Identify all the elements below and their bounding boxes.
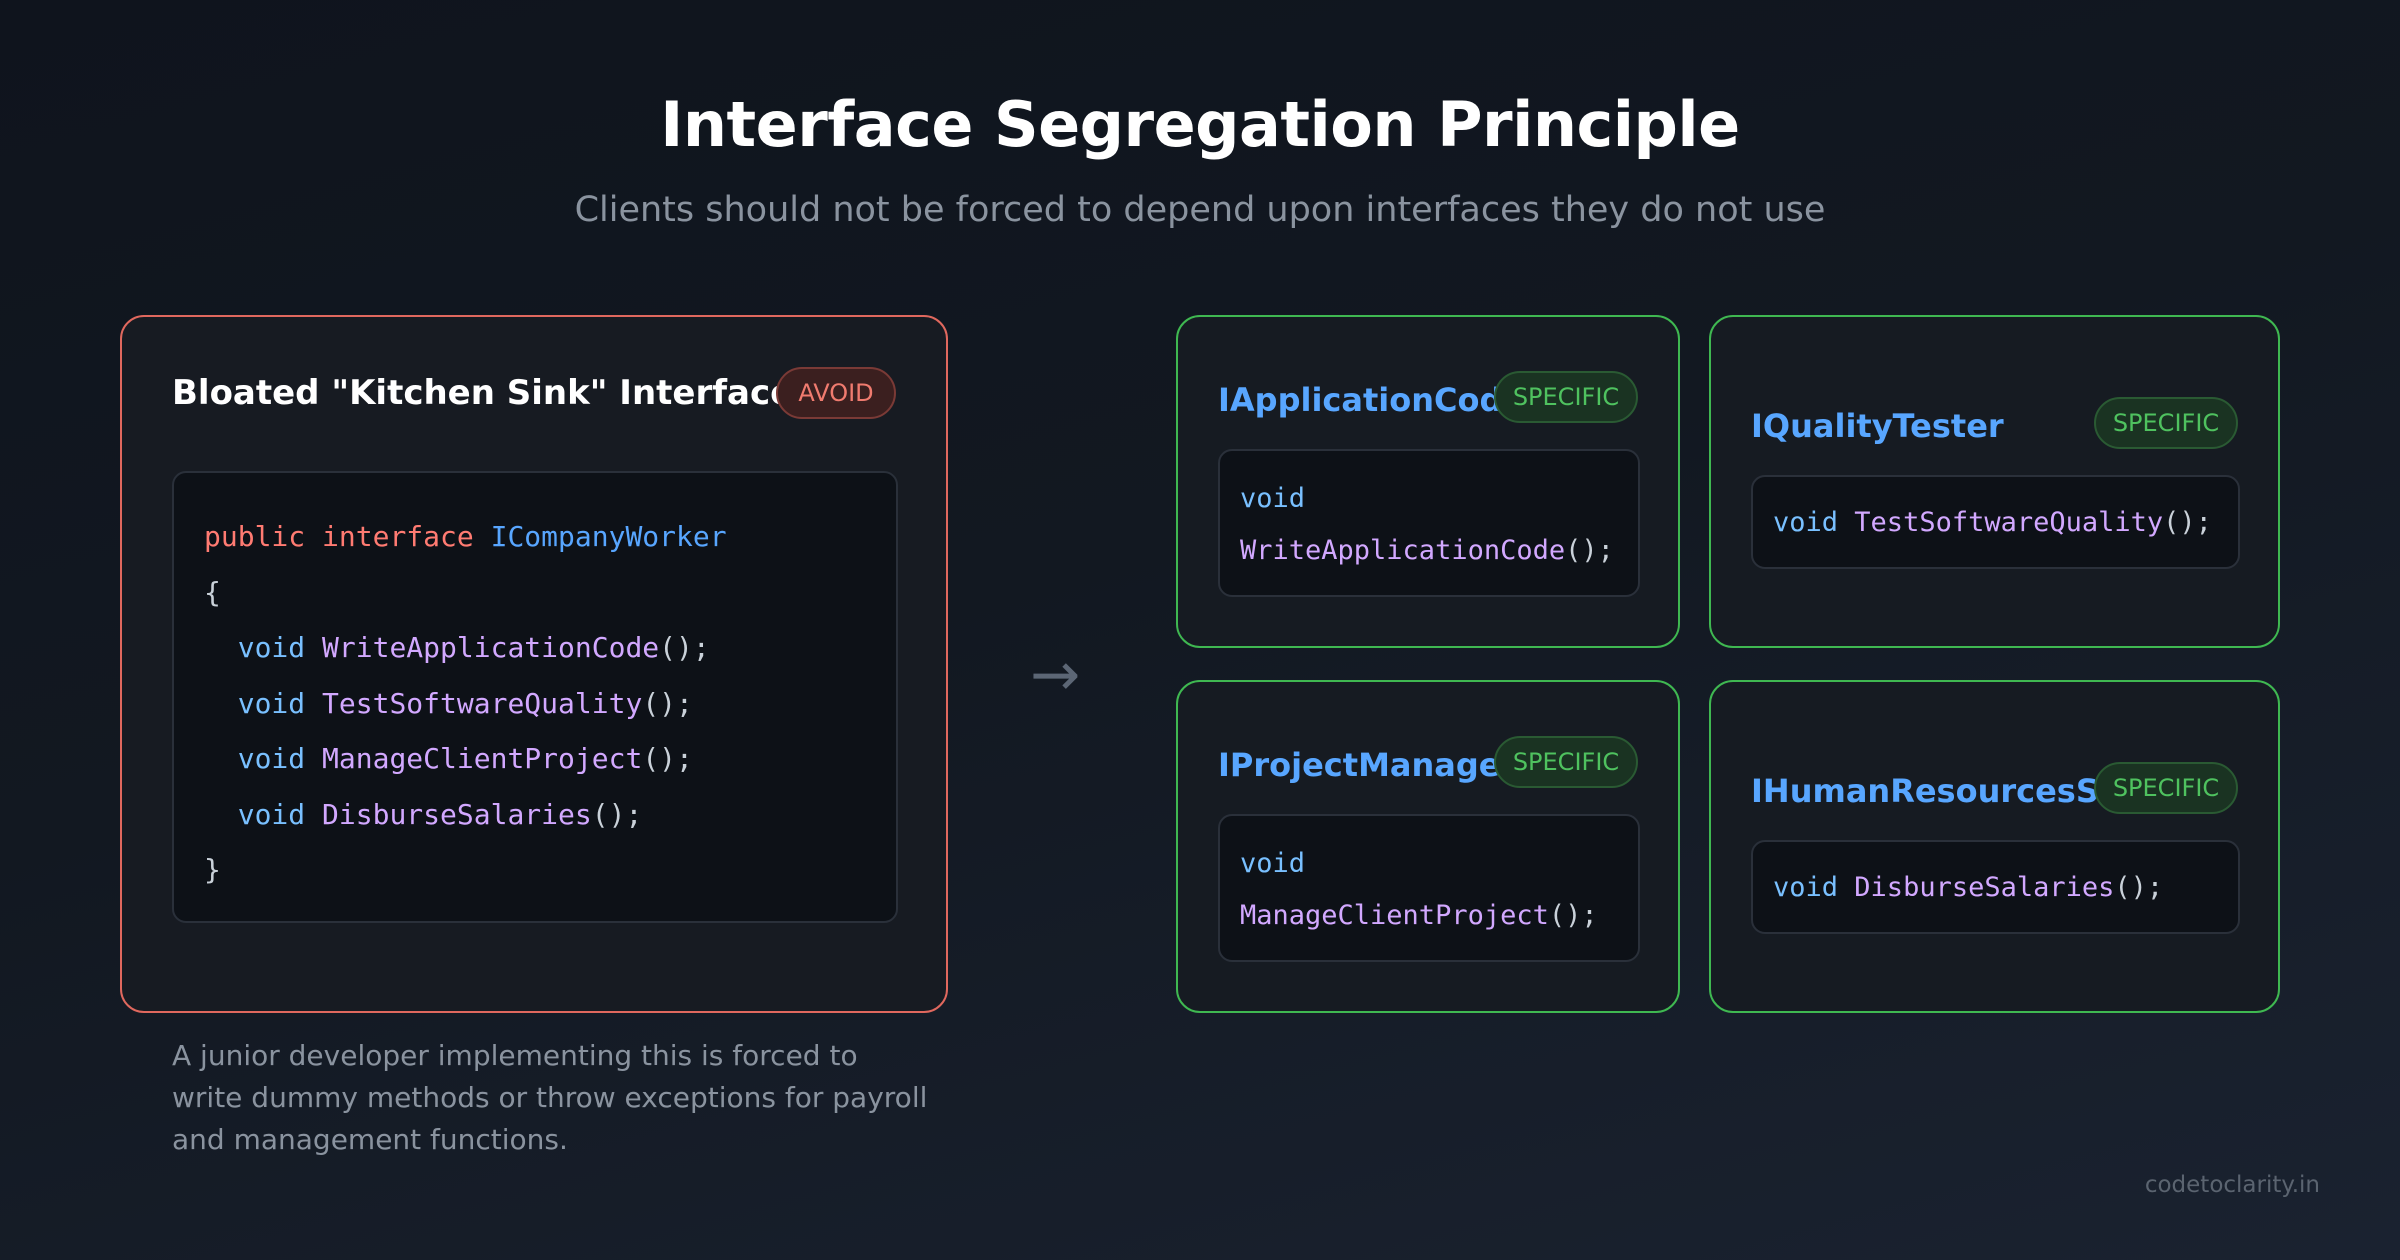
code-method-line: void WriteApplicationCode(); xyxy=(237,631,710,664)
code-method-line: void TestSoftwareQuality(); xyxy=(237,686,693,720)
page-subtitle: Clients should not be forced to depend u… xyxy=(574,190,1826,230)
code-line-method: ManageClientProject(); xyxy=(1240,900,1598,931)
code-line-method: void DisburseSalaries(); xyxy=(1773,871,2164,903)
keyword-public: public xyxy=(204,520,306,553)
keyword-interface: interface xyxy=(322,520,474,553)
human-resources-card: IHumanResourcesStaff SPECIFIC void Disbu… xyxy=(1709,680,2280,1013)
application-coder-card: IApplicationCoder SPECIFIC void WriteApp… xyxy=(1176,315,1680,648)
specific-badge: SPECIFIC xyxy=(1494,736,1638,788)
code-line-method: WriteApplicationCode(); xyxy=(1240,535,1614,566)
specific-badge: SPECIFIC xyxy=(2094,762,2238,814)
code-line-return-type: void xyxy=(1240,483,1306,514)
page-title: Interface Segregation Principle xyxy=(660,88,1740,161)
bloated-code-block: public interface ICompanyWorker { void W… xyxy=(172,471,898,923)
avoid-badge: AVOID xyxy=(776,367,896,419)
bloated-card-title: Bloated "Kitchen Sink" Interface xyxy=(172,373,794,413)
specific-card-title: IQualityTester xyxy=(1751,407,2004,445)
specific-card-title: IProjectManager xyxy=(1218,746,1517,784)
bloated-caption: A junior developer implementing this is … xyxy=(172,1039,928,1156)
specific-badge: SPECIFIC xyxy=(1494,371,1638,423)
interface-name: ICompanyWorker xyxy=(490,520,727,553)
site-watermark: codetoclarity.in xyxy=(2144,1172,2320,1198)
code-line-method: void TestSoftwareQuality(); xyxy=(1773,506,2212,538)
specific-code-block: void TestSoftwareQuality(); xyxy=(1751,475,2240,569)
specific-code-block: void DisburseSalaries(); xyxy=(1751,840,2240,934)
project-manager-card: IProjectManager SPECIFIC void ManageClie… xyxy=(1176,680,1680,1013)
specific-code-block: void ManageClientProject(); xyxy=(1218,814,1640,962)
code-line-return-type: void xyxy=(1240,848,1306,879)
code-method-line: void DisburseSalaries(); xyxy=(237,797,643,831)
specific-card-title: IApplicationCoder xyxy=(1218,381,1540,419)
specific-badge: SPECIFIC xyxy=(2094,397,2238,449)
right-arrow-icon: → xyxy=(1030,640,1081,710)
code-open-brace: { xyxy=(204,575,221,609)
quality-tester-card: IQualityTester SPECIFIC void TestSoftwar… xyxy=(1709,315,2280,648)
code-method-line: void ManageClientProject(); xyxy=(237,742,693,775)
specific-code-block: void WriteApplicationCode(); xyxy=(1218,449,1640,597)
code-close-brace: } xyxy=(204,853,221,886)
bloated-interface-card: Bloated "Kitchen Sink" Interface AVOID p… xyxy=(120,315,948,1013)
code-line-declaration: public interface ICompanyWorker xyxy=(204,509,866,565)
